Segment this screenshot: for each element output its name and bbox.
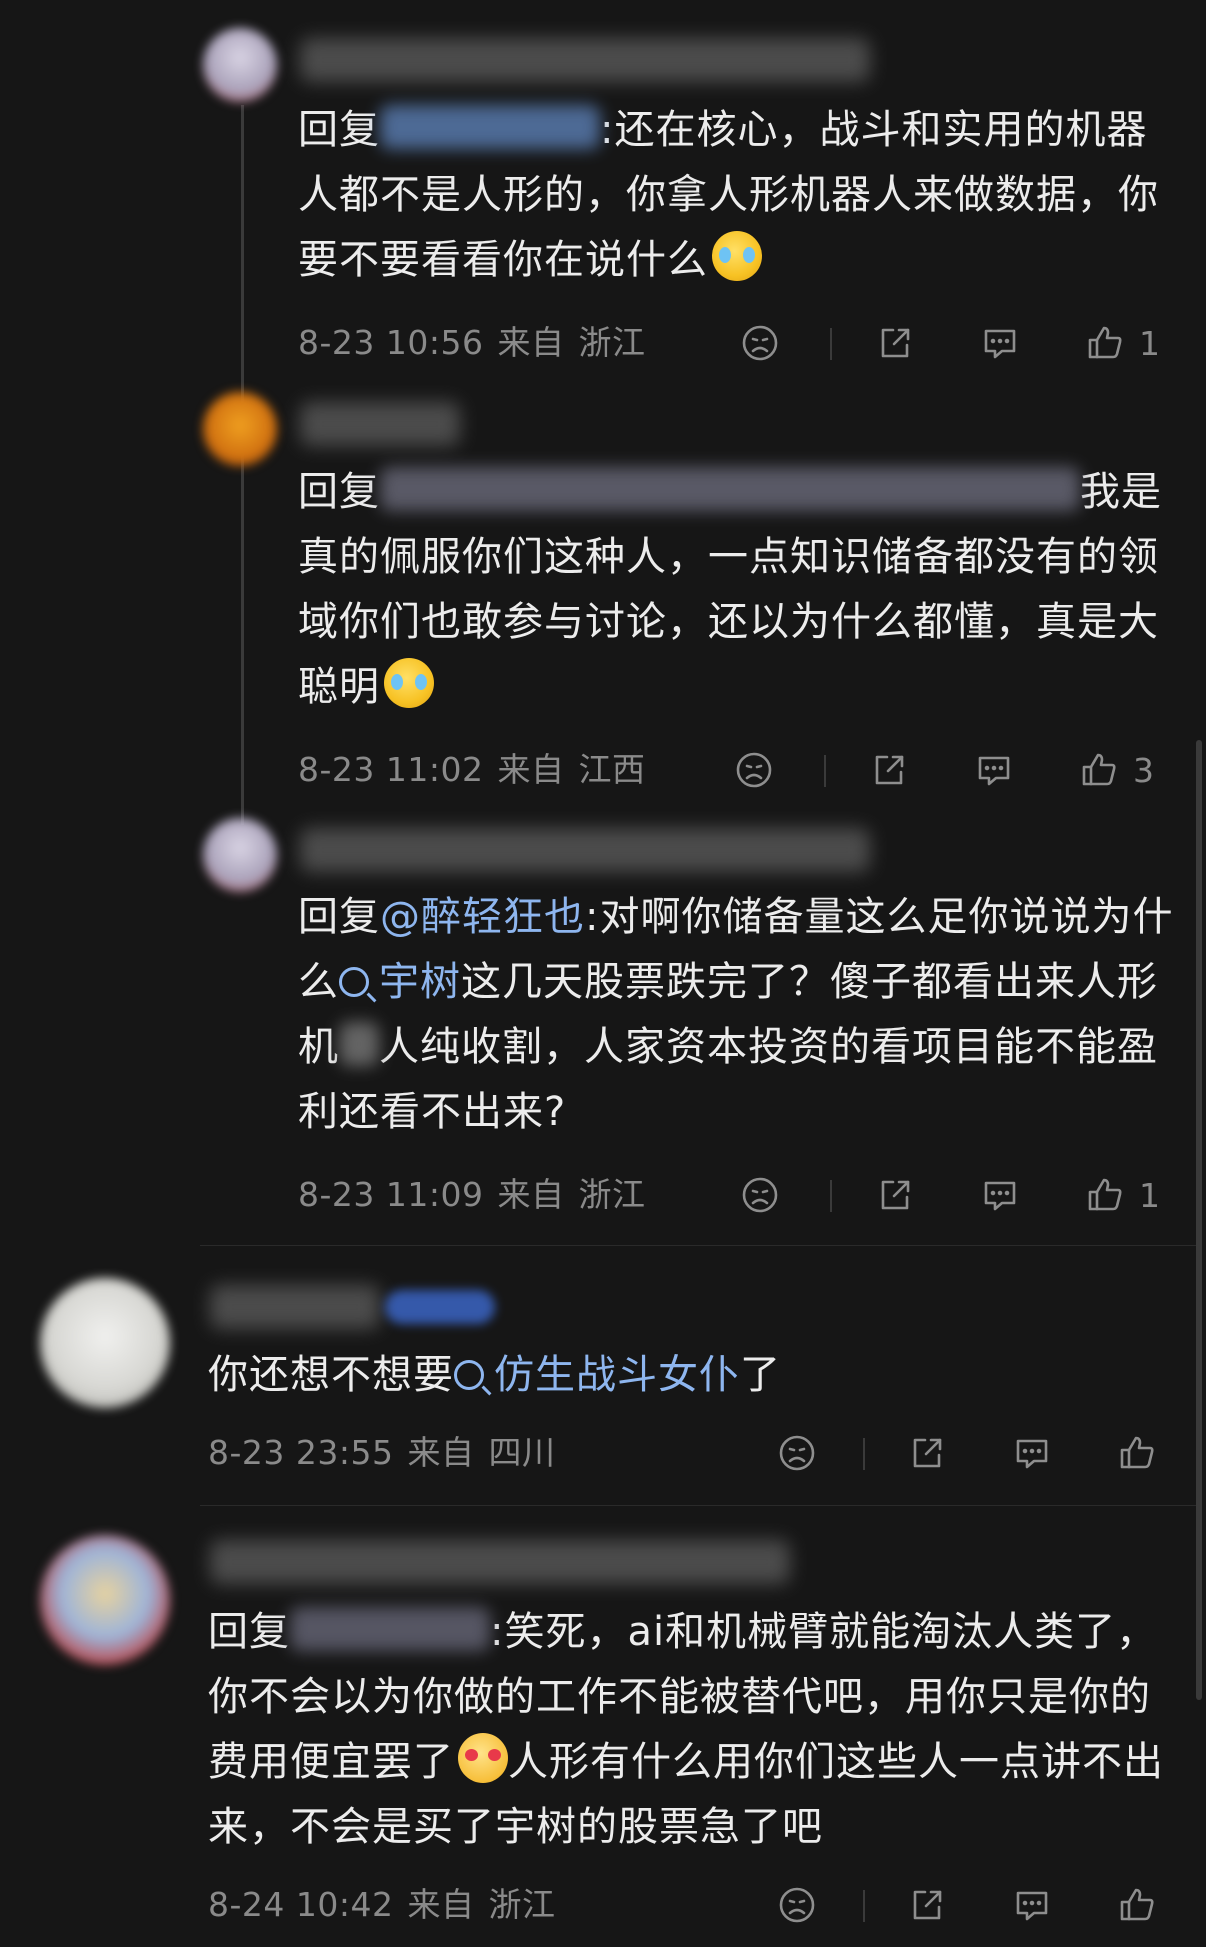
share-icon bbox=[881, 328, 910, 358]
thumbs-up-icon bbox=[1088, 326, 1122, 359]
comment-text: 回复@醉轻狂也:对啊你储备量这么足你说说为什么 宇树这几天股票跌完了？傻子都看出来… bbox=[298, 894, 1174, 1135]
share-button[interactable] bbox=[907, 1428, 947, 1478]
avatar[interactable] bbox=[40, 1535, 170, 1665]
scrollbar[interactable] bbox=[1196, 740, 1202, 1700]
laughing-crying-emoji bbox=[712, 231, 762, 281]
like-count: 1 bbox=[1139, 1175, 1160, 1215]
share-icon bbox=[913, 1438, 942, 1468]
topic-link[interactable]: 仿生战斗女仆 bbox=[454, 1352, 740, 1398]
comment-meta: 8-23 11:02 来自 江西 bbox=[298, 750, 646, 789]
comment-actions: 1 bbox=[740, 318, 1180, 368]
dislike-button[interactable] bbox=[777, 1428, 817, 1478]
comment-text: 回复:还在核心，战斗和实用的机器人都不是人形的，你拿人形机器人来做数据，你要不要… bbox=[298, 105, 1159, 283]
share-icon bbox=[875, 755, 904, 785]
username-blurred[interactable] bbox=[300, 38, 870, 82]
comment-icon bbox=[984, 329, 1016, 359]
username-blurred[interactable] bbox=[300, 828, 870, 872]
topic-link[interactable]: 宇树 bbox=[339, 959, 461, 1005]
laughing-crying-emoji bbox=[384, 658, 434, 708]
section-divider bbox=[200, 1505, 1200, 1506]
comment-actions: 1 bbox=[740, 1170, 1180, 1220]
comment-actions bbox=[777, 1880, 1177, 1930]
comment-icon bbox=[1016, 1891, 1048, 1921]
comment-icon bbox=[1016, 1439, 1048, 1469]
comment-text: 回复:笑死，ai和机械臂就能淘汰人类了，你不会以为你做的工作不能被替代吧，用你只… bbox=[208, 1607, 1164, 1850]
like-button[interactable] bbox=[1117, 1428, 1171, 1478]
blurred-text bbox=[339, 1022, 379, 1066]
like-button[interactable]: 3 bbox=[1079, 745, 1154, 795]
smiling-hearts-emoji bbox=[458, 1733, 508, 1783]
share-button[interactable] bbox=[875, 1170, 915, 1220]
sad-face-icon bbox=[742, 325, 778, 361]
mention-blurred[interactable] bbox=[290, 1607, 490, 1651]
like-button[interactable]: 1 bbox=[1085, 318, 1160, 368]
username-blurred[interactable] bbox=[210, 1540, 790, 1584]
section-divider bbox=[200, 1245, 1200, 1246]
dislike-button[interactable] bbox=[777, 1880, 817, 1930]
share-icon bbox=[913, 1890, 942, 1920]
share-button[interactable] bbox=[907, 1880, 947, 1930]
avatar[interactable] bbox=[40, 1278, 170, 1408]
comment-button[interactable] bbox=[1012, 1428, 1052, 1478]
comment-icon bbox=[984, 1181, 1016, 1211]
dislike-button[interactable] bbox=[734, 745, 774, 795]
like-button[interactable]: 1 bbox=[1085, 1170, 1160, 1220]
avatar[interactable] bbox=[203, 28, 277, 102]
comment-button[interactable] bbox=[980, 1170, 1020, 1220]
thumbs-up-icon bbox=[1120, 1888, 1154, 1921]
thumbs-up-icon bbox=[1120, 1436, 1154, 1469]
comment-icon bbox=[978, 756, 1010, 786]
comment-meta: 8-23 23:55 来自 四川 bbox=[208, 1433, 556, 1472]
user-badge-blurred bbox=[385, 1290, 495, 1324]
like-count: 1 bbox=[1139, 323, 1160, 363]
thumbs-up-icon bbox=[1082, 753, 1116, 786]
share-button[interactable] bbox=[869, 745, 909, 795]
mention-blurred[interactable] bbox=[380, 105, 600, 149]
comment-meta: 8-23 11:09 来自 浙江 bbox=[298, 1175, 646, 1214]
avatar[interactable] bbox=[203, 392, 277, 466]
mention-blurred[interactable] bbox=[380, 467, 1080, 511]
comment-text: 你还想不想要 仿生战斗女仆了 bbox=[208, 1352, 781, 1398]
username-blurred[interactable] bbox=[210, 1285, 380, 1329]
divider bbox=[830, 1180, 832, 1212]
comment-text: 回复 我是真的佩服你们这种人，一点知识储备都没有的领域你们也敢参与讨论，还以为什么… bbox=[298, 467, 1162, 710]
mention-link[interactable]: @醉轻狂也 bbox=[380, 894, 585, 940]
comment-meta: 8-24 10:42 来自 浙江 bbox=[208, 1885, 556, 1924]
comment-actions bbox=[777, 1428, 1177, 1478]
comment-button[interactable] bbox=[974, 745, 1014, 795]
search-icon bbox=[339, 967, 369, 997]
comment-meta: 8-23 10:56 来自 浙江 bbox=[298, 323, 646, 362]
divider bbox=[824, 755, 826, 787]
username-blurred[interactable] bbox=[300, 402, 460, 446]
divider bbox=[863, 1438, 865, 1470]
comment-button[interactable] bbox=[1012, 1880, 1052, 1930]
like-count: 3 bbox=[1133, 750, 1154, 790]
like-button[interactable] bbox=[1117, 1880, 1171, 1930]
divider bbox=[830, 328, 832, 360]
sad-face-icon bbox=[742, 1177, 778, 1213]
sad-face-icon bbox=[736, 752, 772, 788]
dislike-button[interactable] bbox=[740, 318, 780, 368]
search-icon bbox=[454, 1360, 484, 1390]
comment-actions: 3 bbox=[734, 745, 1174, 795]
share-icon bbox=[881, 1180, 910, 1210]
share-button[interactable] bbox=[875, 318, 915, 368]
avatar[interactable] bbox=[203, 818, 277, 892]
thumbs-up-icon bbox=[1088, 1178, 1122, 1211]
divider bbox=[863, 1890, 865, 1922]
comment-button[interactable] bbox=[980, 318, 1020, 368]
dislike-button[interactable] bbox=[740, 1170, 780, 1220]
sad-face-icon bbox=[779, 1435, 815, 1471]
sad-face-icon bbox=[779, 1887, 815, 1923]
